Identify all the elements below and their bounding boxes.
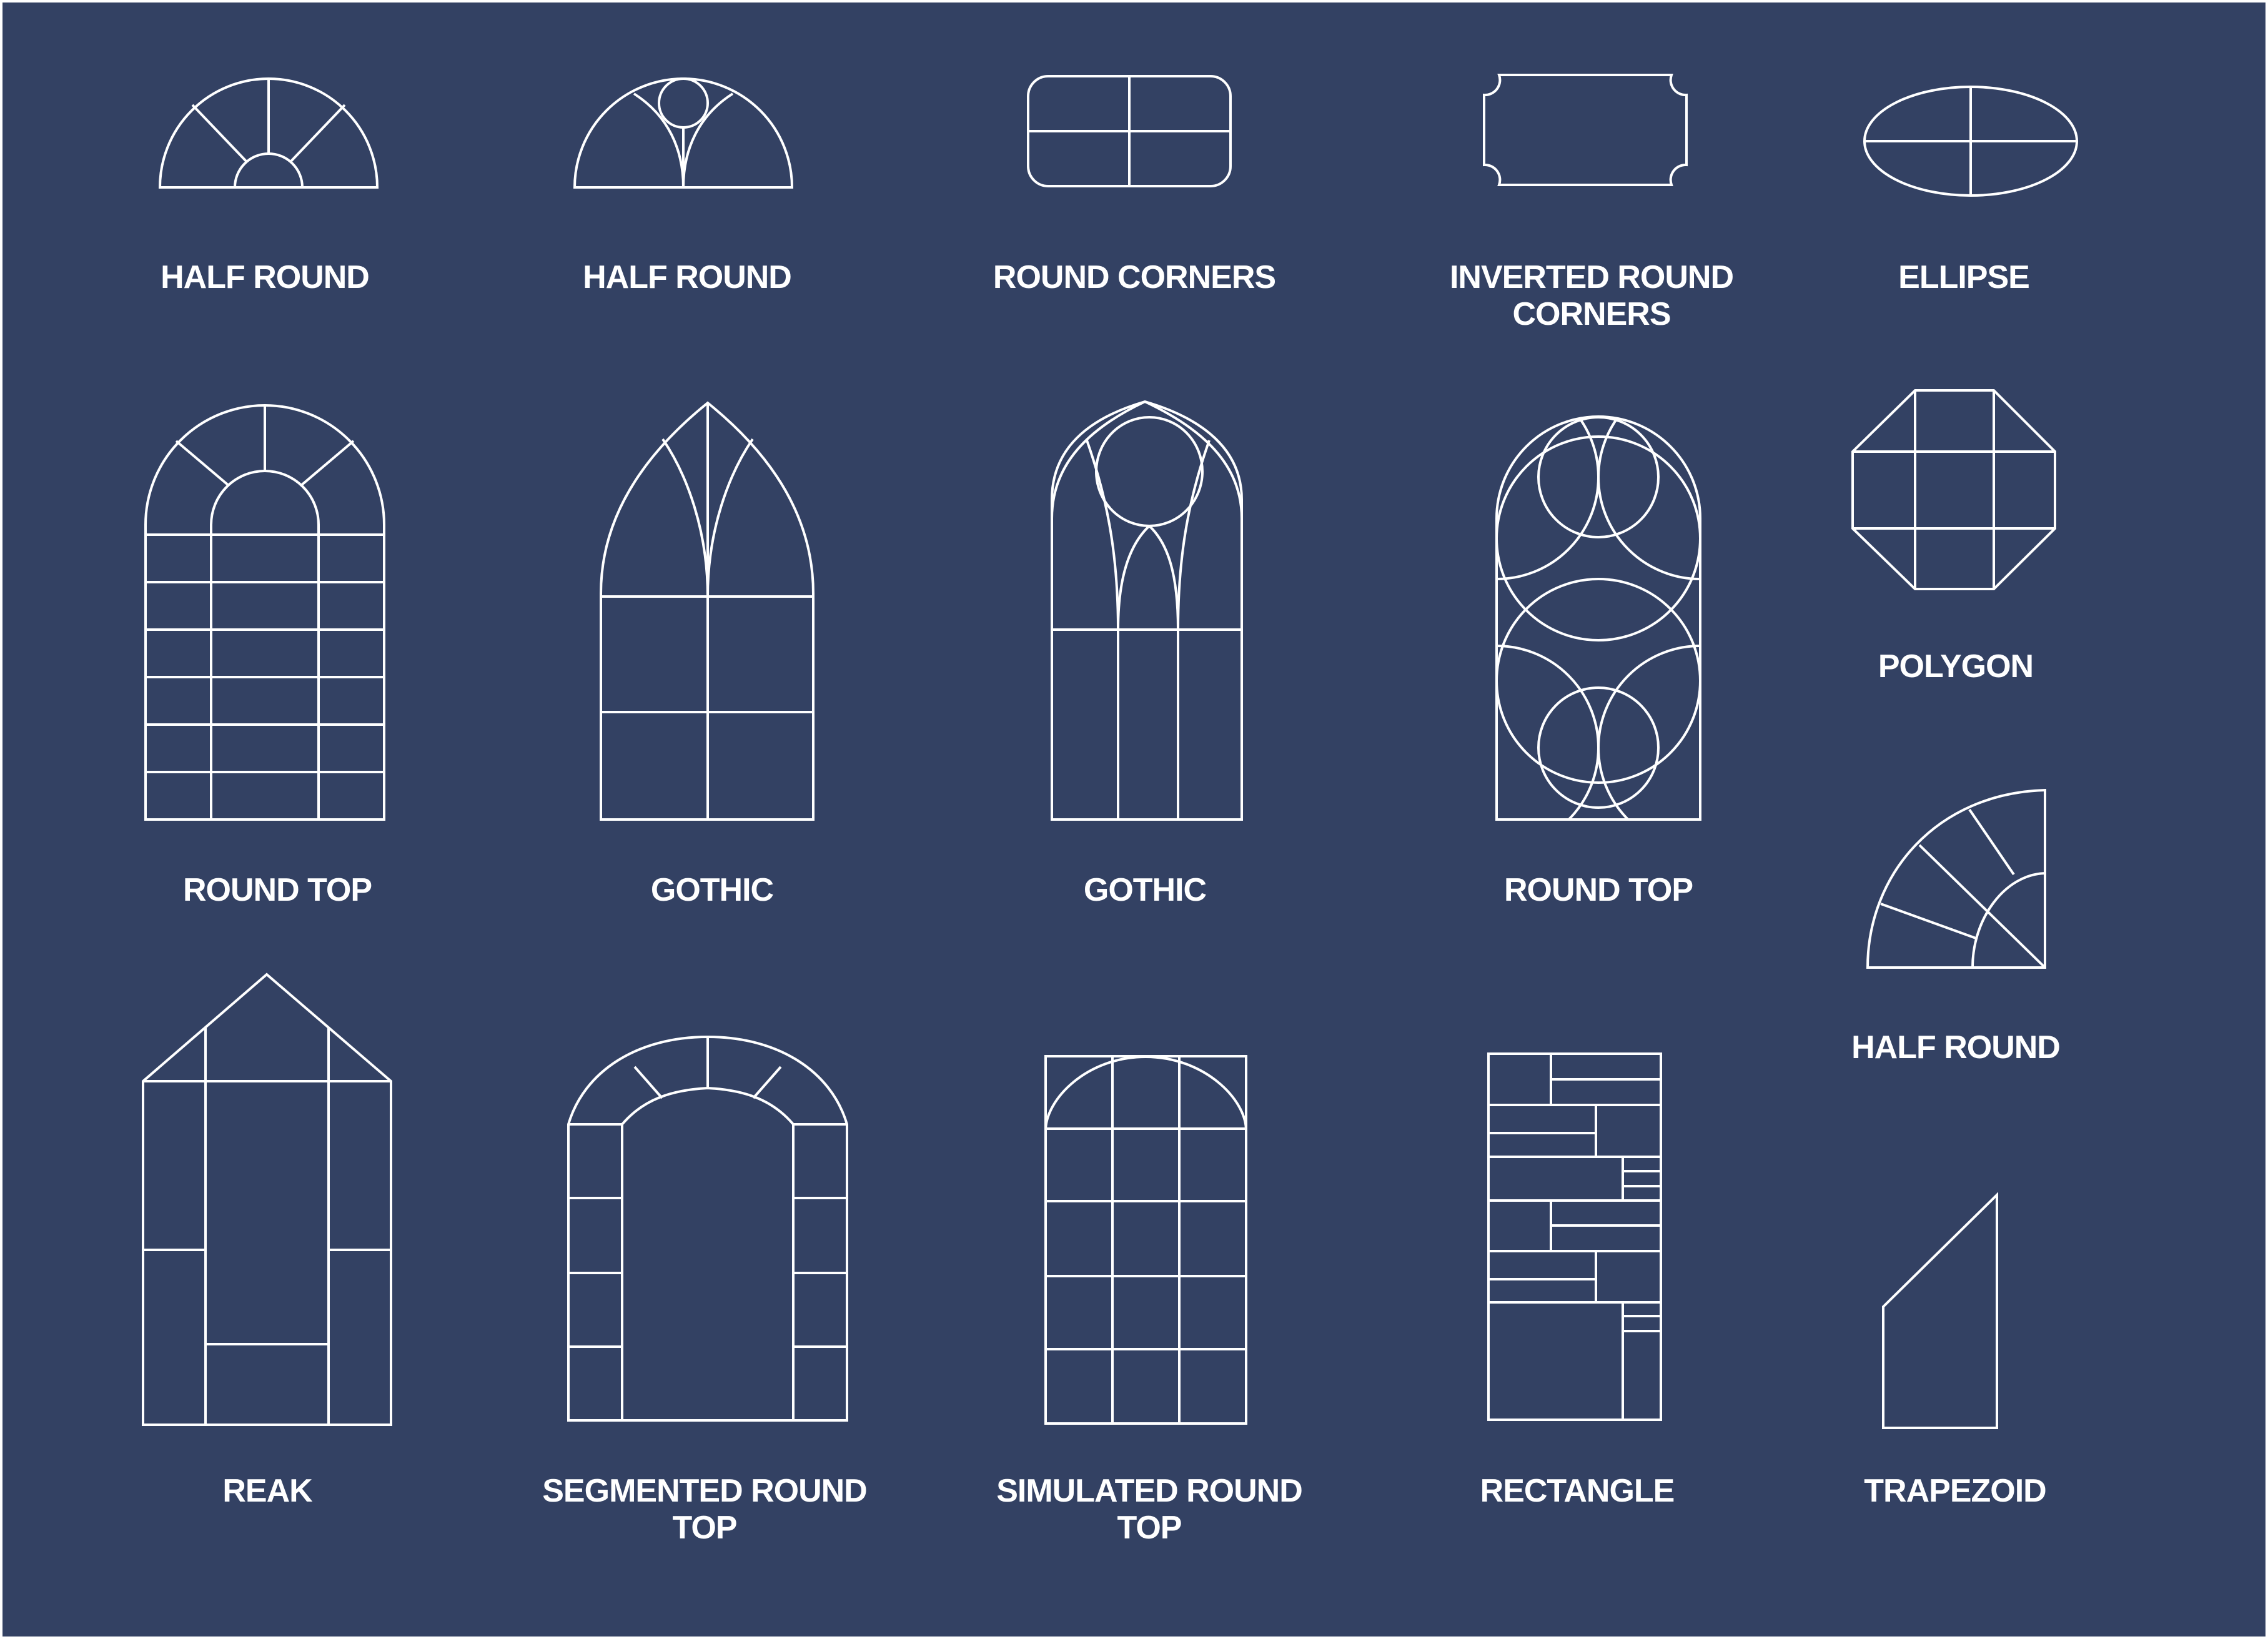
ellipse-window-icon — [1863, 86, 2078, 197]
label-half-round-3: HALF ROUND — [1851, 1029, 2060, 1066]
rectangle-window-icon — [1487, 1052, 1662, 1421]
label-round-corners: ROUND CORNERS — [993, 259, 1275, 295]
label-segmented-round-top-line2: TOP — [673, 1510, 737, 1546]
window-shapes-canvas: HALF ROUND HALF ROUND ROUND CORNERS INVE… — [142, 74, 2078, 1546]
label-trapezoid: TRAPEZOID — [1864, 1473, 2046, 1509]
label-simulated-round-top-line1: SIMULATED ROUND — [996, 1473, 1302, 1509]
label-round-top-2: ROUND TOP — [1504, 872, 1693, 908]
trapezoid-window-icon — [1882, 1192, 1998, 1429]
reak-window-icon — [142, 973, 392, 1426]
label-inverted-round-corners-line1: INVERTED ROUND — [1450, 259, 1733, 295]
label-simulated-round-top-line2: TOP — [1117, 1510, 1182, 1546]
label-gothic-1: GOTHIC — [651, 872, 774, 908]
round-top-window-circles-icon — [1495, 415, 1701, 821]
inverted-round-corners-window-icon — [1483, 74, 1688, 186]
simulated-round-top-window-icon — [1044, 1055, 1247, 1425]
label-inverted-round-corners-line2: CORNERS — [1512, 296, 1670, 332]
label-ellipse: ELLIPSE — [1898, 259, 2029, 295]
label-half-round-2: HALF ROUND — [583, 259, 791, 295]
label-polygon: POLYGON — [1878, 648, 2033, 685]
half-round-window-fan-icon — [158, 77, 379, 189]
half-round-window-quarter-icon — [1866, 788, 2046, 969]
label-reak: REAK — [222, 1473, 313, 1509]
label-round-top-1: ROUND TOP — [183, 872, 372, 908]
round-corners-window-icon — [1027, 75, 1232, 187]
label-half-round-1: HALF ROUND — [161, 259, 369, 295]
gothic-window-arch-icon — [600, 401, 815, 821]
half-round-window-circle-icon — [573, 77, 794, 189]
label-gothic-2: GOTHIC — [1084, 872, 1207, 908]
label-segmented-round-top-line1: SEGMENTED ROUND — [542, 1473, 866, 1509]
window-shapes-sheet: HALF ROUND HALF ROUND ROUND CORNERS INVE… — [2, 2, 2266, 1637]
polygon-window-icon — [1851, 389, 2056, 590]
gothic-window-circle-icon — [1051, 400, 1243, 821]
label-rectangle: RECTANGLE — [1480, 1473, 1675, 1509]
segmented-round-top-window-icon — [567, 1035, 848, 1422]
round-top-window-grid-icon — [144, 404, 385, 821]
